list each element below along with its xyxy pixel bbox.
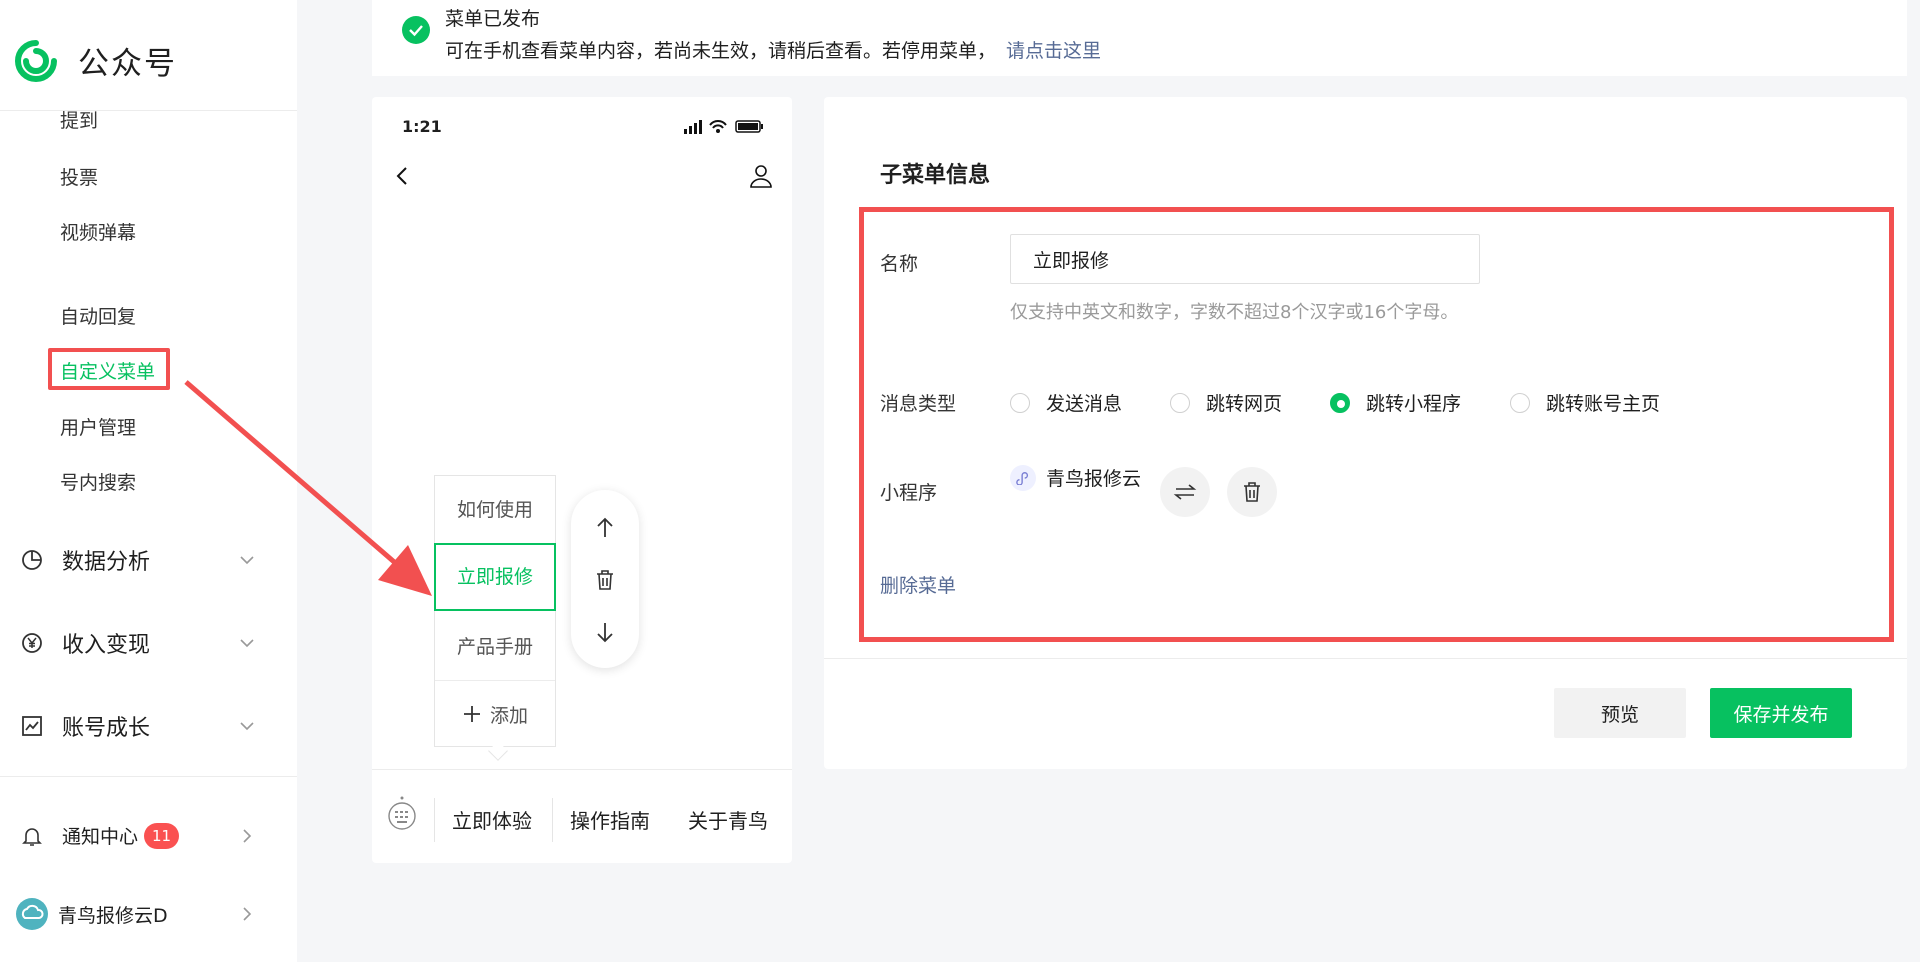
- move-up-arrow-icon[interactable]: [593, 516, 617, 540]
- chevron-down-icon: [240, 556, 254, 565]
- menu-tab-try-now[interactable]: 立即体验: [434, 805, 550, 834]
- sidebar-item-video-danmaku[interactable]: 视频弹幕: [60, 218, 136, 245]
- phone-preview: 1:21 如何使用 立即报修 产品手册 添加 立即体验 操作指南 关于青鸟: [372, 97, 792, 863]
- radio-jump-webpage[interactable]: 跳转网页: [1170, 389, 1282, 416]
- chevron-down-icon: [240, 639, 254, 648]
- radio-jump-account-home[interactable]: 跳转账号主页: [1510, 389, 1660, 416]
- radio-label: 跳转小程序: [1366, 393, 1462, 415]
- sidebar-item-mentions[interactable]: 提到: [60, 106, 98, 133]
- sidebar-group-label: 数据分析: [62, 550, 151, 575]
- radio-label: 发送消息: [1046, 393, 1123, 415]
- panel-title: 子菜单信息: [880, 163, 991, 188]
- miniprogram-label: 小程序: [880, 482, 938, 504]
- keyboard-toggle-icon[interactable]: [386, 794, 418, 834]
- notice-title: 菜单已发布: [445, 8, 541, 30]
- delete-menu-link[interactable]: 删除菜单: [880, 571, 956, 598]
- chevron-down-icon: [240, 722, 254, 731]
- chevron-right-icon: [243, 907, 252, 921]
- back-arrow-icon[interactable]: [392, 165, 414, 187]
- status-bar-icons: [684, 120, 763, 134]
- submenu-item-product-manual[interactable]: 产品手册: [435, 613, 555, 681]
- sidebar-notification-center[interactable]: 通知中心 11: [20, 822, 256, 849]
- success-check-icon: [402, 16, 430, 44]
- phone-time: 1:21: [402, 117, 442, 136]
- name-label: 名称: [880, 253, 919, 275]
- submenu-item-how-to-use[interactable]: 如何使用: [435, 476, 555, 544]
- trash-icon: [1244, 482, 1260, 502]
- sidebar-item-auto-reply[interactable]: 自动回复: [60, 302, 136, 329]
- selected-miniprogram: 青鸟报修云: [1010, 464, 1141, 491]
- notification-label: 通知中心: [62, 826, 139, 848]
- divider: [0, 110, 297, 111]
- swap-arrows-icon: [1173, 484, 1197, 500]
- sidebar-item-custom-menu[interactable]: 自定义菜单: [60, 357, 155, 384]
- publish-notice: 菜单已发布 可在手机查看菜单内容，若尚未生效，请稍后查看。若停用菜单， 请点击这里: [372, 0, 1907, 76]
- radio-circle: [1010, 392, 1030, 413]
- submenu-list: 如何使用 立即报修 产品手册 添加: [434, 475, 556, 761]
- swap-miniprogram-button[interactable]: [1160, 467, 1210, 517]
- sidebar-group-label: 收入变现: [62, 633, 151, 658]
- phone-menu-bar: 立即体验 操作指南 关于青鸟: [372, 769, 792, 863]
- plus-icon: [463, 706, 480, 722]
- miniprogram-name: 青鸟报修云: [1046, 468, 1142, 490]
- sidebar-group-account-growth[interactable]: 账号成长: [20, 710, 256, 742]
- save-and-publish-button[interactable]: 保存并发布: [1710, 688, 1852, 738]
- sidebar-item-in-account-search[interactable]: 号内搜索: [60, 468, 136, 495]
- miniprogram-icon: [1010, 464, 1036, 491]
- radio-label: 跳转网页: [1206, 393, 1283, 415]
- sidebar-group-label: 账号成长: [62, 716, 151, 741]
- delete-miniprogram-button[interactable]: [1227, 467, 1277, 517]
- sidebar-account[interactable]: 青鸟报修云D: [16, 898, 256, 930]
- yen-icon: [22, 633, 42, 653]
- menu-tab-about[interactable]: 关于青鸟: [670, 805, 786, 834]
- brand[interactable]: 公众号: [14, 38, 177, 83]
- notice-message: 可在手机查看菜单内容，若尚未生效，请稍后查看。若停用菜单， 请点击这里: [445, 36, 1101, 63]
- sidebar-group-monetization[interactable]: 收入变现: [20, 627, 256, 659]
- account-name: 青鸟报修云D: [58, 904, 168, 927]
- add-submenu-button[interactable]: 添加: [435, 681, 555, 747]
- brand-name: 公众号: [78, 46, 177, 82]
- notice-message-text: 可在手机查看菜单内容，若尚未生效，请稍后查看。若停用菜单，: [445, 40, 997, 62]
- submenu-toolbar: [571, 490, 639, 668]
- divider: [0, 776, 297, 777]
- submenu-item-report-repair[interactable]: 立即报修: [434, 543, 556, 611]
- user-profile-icon[interactable]: [748, 163, 774, 189]
- radio-circle: [1510, 392, 1530, 413]
- notification-count-badge: 11: [144, 822, 180, 849]
- name-hint: 仅支持中英文和数字，字数不超过8个汉字或16个字母。: [1010, 302, 1459, 323]
- bell-icon: [22, 827, 42, 846]
- sidebar-group-data-analysis[interactable]: 数据分析: [20, 544, 256, 576]
- pie-chart-icon: [22, 550, 42, 570]
- notice-link[interactable]: 请点击这里: [1006, 40, 1101, 62]
- wechat-official-logo-icon: [15, 39, 57, 82]
- chevron-right-icon: [243, 828, 252, 843]
- radio-circle: [1170, 392, 1190, 413]
- trend-chart-icon: [22, 716, 42, 736]
- submenu-info-panel: 子菜单信息 名称 仅支持中英文和数字，字数不超过8个汉字或16个字母。 消息类型…: [824, 97, 1907, 769]
- radio-send-message[interactable]: 发送消息: [1010, 389, 1122, 416]
- preview-button[interactable]: 预览: [1554, 688, 1686, 738]
- message-type-label: 消息类型: [880, 393, 957, 415]
- radio-jump-miniprogram[interactable]: 跳转小程序: [1330, 389, 1461, 416]
- add-label: 添加: [489, 704, 528, 727]
- account-avatar-icon: [16, 898, 48, 930]
- sidebar: 公众号 提到 投票 视频弹幕 自动回复 自定义菜单 用户管理 号内搜索 数据分析…: [0, 0, 297, 962]
- divider: [824, 658, 1907, 659]
- menu-tab-guide[interactable]: 操作指南: [552, 805, 668, 834]
- radio-label: 跳转账号主页: [1546, 393, 1661, 415]
- trash-icon[interactable]: [593, 568, 617, 592]
- radio-circle: [1330, 392, 1350, 413]
- move-down-arrow-icon[interactable]: [593, 620, 617, 644]
- sidebar-item-vote[interactable]: 投票: [60, 163, 98, 190]
- menu-name-input[interactable]: [1010, 234, 1480, 284]
- sidebar-item-user-management[interactable]: 用户管理: [60, 413, 136, 440]
